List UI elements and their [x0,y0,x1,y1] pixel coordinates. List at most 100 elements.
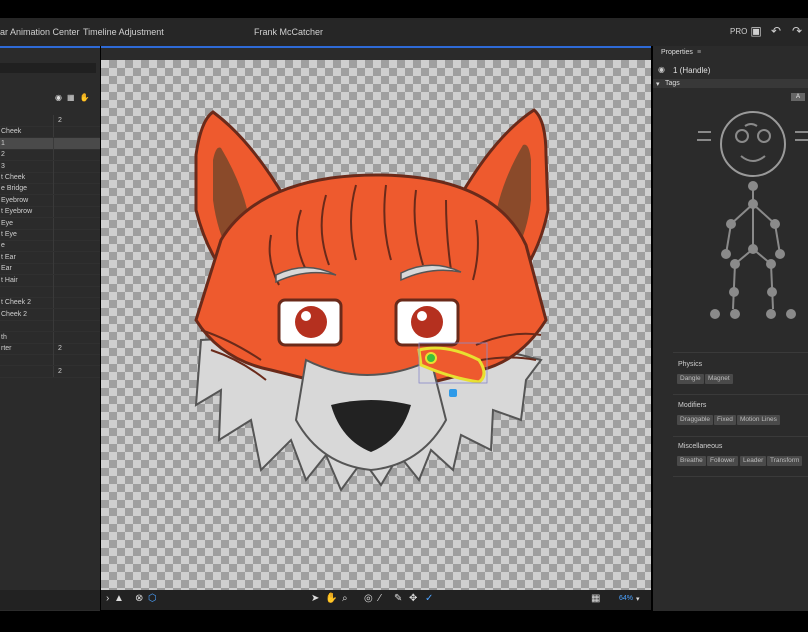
shape-icon[interactable]: ⬡ [148,593,157,604]
layer-row[interactable]: 2 [0,115,100,127]
layer-row[interactable]: t Cheek 2 [0,297,100,310]
layer-row[interactable]: t Eyebrow [0,206,100,219]
layer-row[interactable]: Eye [0,217,100,230]
redo-icon[interactable]: ↷ [790,24,804,38]
layer-row[interactable]: 2 [0,149,100,162]
tags-toggle[interactable]: A [791,93,805,101]
column-divider [53,308,54,320]
tag-chip-transform[interactable]: Transform [767,456,803,466]
tag-figure[interactable] [693,104,808,339]
layer-search-field[interactable] [0,63,96,73]
column-divider [53,343,54,354]
layer-row[interactable]: t Ear [0,251,100,264]
layer-row[interactable]: 1 [0,137,100,150]
column-divider [53,354,54,366]
zoom-level[interactable]: 64% [619,595,633,602]
tags-header[interactable]: ▾ Tags [653,79,808,88]
layer-name: Cheek 2 [1,310,28,318]
handle-tool-icon[interactable]: ✓ [425,593,433,604]
column-divider [53,206,54,218]
layer-row[interactable]: 2 [0,365,100,378]
layer-name: t Eyebrow [1,208,33,216]
dragger-icon[interactable]: ✥ [409,593,417,604]
layer-value: 2 [58,367,62,375]
select-arrow-icon[interactable]: ➤ [311,593,319,604]
column-divider [53,160,54,172]
layer-row[interactable]: t Eye [0,229,100,241]
layer-row[interactable]: th [0,331,100,344]
tag-chip-leader[interactable]: Leader [740,456,767,466]
column-divider [53,331,54,343]
divider [673,352,808,353]
layer-name: t Ear [1,253,16,261]
right-pupil [411,306,443,338]
panel-menu-icon[interactable]: ≡ [697,49,701,56]
tag-chip-follower[interactable]: Follower [707,456,738,466]
layer-name: Eyebrow [1,196,29,204]
tab-timeline-adjustment[interactable]: Timeline Adjustment [83,27,164,37]
tag-chip-dangle[interactable]: Dangle [677,374,704,384]
column-divider [53,183,54,195]
layer-name: e [1,242,5,250]
layer-row[interactable]: t Hair [0,274,100,287]
layer-name: e Bridge [1,185,28,193]
tag-chip-fixed[interactable]: Fixed [714,415,736,425]
expand-icon[interactable]: › [106,593,109,604]
zoom-tool-icon[interactable]: ⌕ [342,593,348,604]
canvas-toolbar: › ▲ ⊗ ⬡ ➤ ✋ ⌕ ◎ ⁄ ✎ ✥ ✓ ▦ 64% ▾ [101,590,651,610]
tag-chip-draggable[interactable]: Draggable [677,415,713,425]
warning-icon: ▲ [114,593,124,604]
layer-row[interactable]: Cheek [0,126,100,139]
mesh-icon[interactable]: ⊗ [135,593,143,604]
layer-row[interactable]: t Cheek [0,172,100,184]
layer-row[interactable]: 3 [0,160,100,173]
layer-row[interactable] [0,354,100,367]
top-bar: ar Animation Center Timeline Adjustment … [0,18,808,46]
left-pupil [295,306,327,338]
section-misc-title: Miscellaneous [678,443,723,450]
layer-name: t Cheek [1,174,26,181]
layer-row[interactable]: rter 2 [0,343,100,355]
column-divider [53,263,54,275]
layer-row[interactable]: Ear [0,263,100,276]
origin-icon[interactable]: ◎ [364,593,373,604]
pin-icon[interactable]: ✎ [394,593,402,604]
hand-tool-icon[interactable]: ✋ [325,593,337,604]
layer-row[interactable]: e Bridge [0,183,100,196]
layout-icon[interactable]: ▣ [749,24,763,38]
tag-chip-motion-lines[interactable]: Motion Lines [737,415,780,425]
layer-column-icons: ◉ ▦ ✋ [55,93,90,102]
layer-row[interactable] [0,286,100,298]
column-divider [53,126,54,138]
layer-row[interactable] [0,320,100,333]
bottom-strip [0,611,808,632]
column-divider [53,365,54,377]
tab-character-animator[interactable]: ar Animation Center [0,27,80,37]
layer-name: Cheek [1,128,22,136]
tag-chip-breathe[interactable]: Breathe [677,456,706,466]
handle-icon: ◉ [658,65,665,74]
column-divider [53,137,54,149]
stick-icon[interactable]: ⁄ [379,593,381,604]
layer-row[interactable]: Cheek 2 [0,308,100,321]
layer-name: th [1,333,7,341]
tag-chip-magnet[interactable]: Magnet [705,374,733,384]
layer-name: Eye [1,219,14,227]
undo-icon[interactable]: ↶ [769,24,783,38]
fox-puppet [194,108,550,493]
chevron-down-icon[interactable]: ▾ [636,595,640,603]
calendar-icon[interactable]: ▦ [67,93,75,102]
column-divider [53,172,54,183]
visibility-icon[interactable]: ◉ [55,93,62,102]
properties-title: Properties [661,49,693,56]
column-divider [53,286,54,297]
grid-icon[interactable]: ▦ [591,593,600,604]
layers-panel: ◉ ▦ ✋ 2 Cheek 1 2 3 t Cheek e Bridge Eyebrow t E… [0,46,100,613]
layer-name: Ear [1,265,12,273]
layer-name: 1 [1,139,5,147]
hand-icon[interactable]: ✋ [80,93,90,102]
scene-canvas[interactable] [101,60,651,590]
layer-row[interactable]: e [0,240,100,253]
origin-handle [425,352,437,364]
layer-row[interactable]: Eyebrow [0,194,100,207]
